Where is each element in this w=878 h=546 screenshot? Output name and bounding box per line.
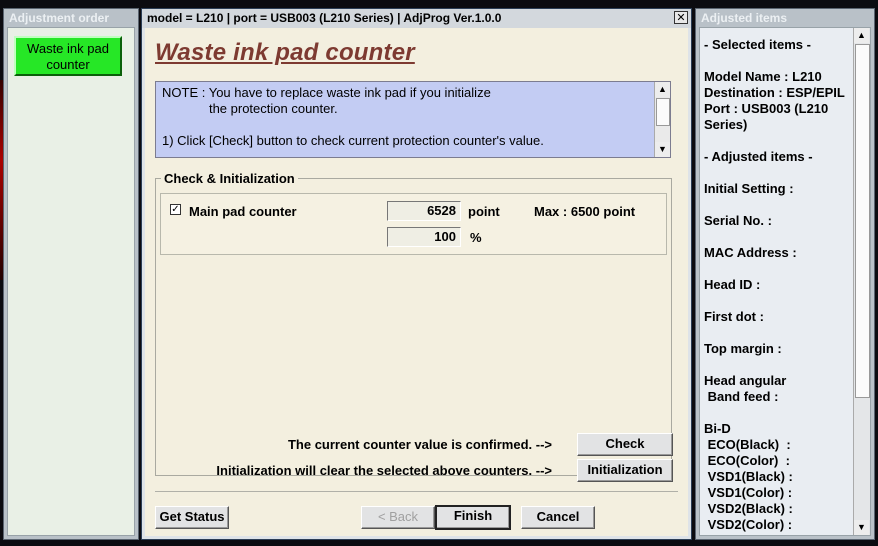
adjusted-item-line: VSD1(Color) : xyxy=(704,485,793,500)
check-initialization-group: Check & Initialization ✓ Main pad counte… xyxy=(155,171,673,482)
window-body: Waste ink pad counter NOTE : You have to… xyxy=(145,28,688,536)
window-title: model = L210 | port = USB003 (L210 Serie… xyxy=(142,9,691,28)
adjusted-item-line: Destination : ESP/EPIL xyxy=(704,85,845,100)
note-box: NOTE : You have to replace waste ink pad… xyxy=(155,81,671,158)
adjusted-item-line: VSD1(Black) : xyxy=(704,469,793,484)
confirm-text: The current counter value is confirmed. … xyxy=(287,437,552,452)
adjusted-items-list: VSD2(Color) : VSD2(Black) : VSD1(Color) … xyxy=(699,27,871,536)
note-line-4: 1) Click [Check] button to check current… xyxy=(162,133,544,148)
adjusted-item-line: Initial Setting : xyxy=(704,181,794,196)
check-button[interactable]: Check xyxy=(577,433,673,456)
adjusted-items-scrollbar[interactable]: ▲ ▼ xyxy=(853,28,870,535)
divider xyxy=(155,491,678,492)
scroll-up-icon[interactable]: ▲ xyxy=(655,82,670,97)
adjusted-item-line: Bi-D xyxy=(704,421,731,436)
waste-ink-pad-window: model = L210 | port = USB003 (L210 Serie… xyxy=(141,8,692,540)
scroll-thumb[interactable] xyxy=(855,44,870,398)
adjusted-item-line: - Selected items - xyxy=(704,37,811,52)
adjusted-item-line: ECO(Color) : xyxy=(704,453,790,468)
initialization-button[interactable]: Initialization xyxy=(577,459,673,482)
adjustment-order-list: Waste ink pad counter xyxy=(7,27,135,536)
finish-button[interactable]: Finish xyxy=(435,505,511,530)
group-label: Check & Initialization xyxy=(161,171,298,186)
adjusted-item-line: Series) xyxy=(704,117,748,132)
get-status-button[interactable]: Get Status xyxy=(155,506,229,529)
adjusted-item-line: Model Name : L210 xyxy=(704,69,822,84)
adjusted-item-line: Head ID : xyxy=(704,277,761,292)
init-text: Initialization will clear the selected a… xyxy=(216,463,552,478)
scroll-up-icon[interactable]: ▲ xyxy=(854,28,869,43)
main-pad-counter-row: ✓ Main pad counter 6528 point Max : 6500… xyxy=(160,193,667,255)
back-button: < Back xyxy=(361,506,435,529)
note-line-3 xyxy=(162,117,652,133)
adjusted-item-line: - Adjusted items - xyxy=(704,149,813,164)
close-icon[interactable]: ✕ xyxy=(674,11,688,24)
adjustment-order-title: Adjustment order xyxy=(4,9,138,27)
item-label-line1: Waste ink pad xyxy=(27,41,109,56)
adjusted-item-line: Top margin : xyxy=(704,341,782,356)
counter-unit: point xyxy=(468,204,500,219)
counter-percent: 100 xyxy=(387,227,461,247)
adjusted-item-line: Head angular xyxy=(704,373,787,388)
adjusted-item-line: Serial No. : xyxy=(704,213,772,228)
main-pad-checkbox[interactable]: ✓ xyxy=(170,204,181,215)
scroll-down-icon[interactable]: ▼ xyxy=(655,142,670,157)
adjusted-item-line: Band feed : xyxy=(704,389,779,404)
adjusted-items-window: Adjusted items VSD2(Color) : VSD2(Black)… xyxy=(695,8,875,540)
cancel-button[interactable]: Cancel xyxy=(521,506,595,529)
note-scrollbar[interactable]: ▲ ▼ xyxy=(654,82,670,157)
adjusted-item-line: MAC Address : xyxy=(704,245,797,260)
counter-value: 6528 xyxy=(387,201,461,221)
waste-ink-pad-counter-item[interactable]: Waste ink pad counter xyxy=(14,36,122,76)
adjusted-item-line: First dot : xyxy=(704,309,764,324)
page-title: Waste ink pad counter xyxy=(155,39,415,66)
note-line-2: the protection counter. xyxy=(162,101,338,116)
adjusted-item-line: VSD2(Color) : xyxy=(704,517,793,532)
percent-unit: % xyxy=(470,230,482,245)
adjusted-item-line: Port : USB003 (L210 xyxy=(704,101,829,116)
adjusted-item-line: VSD2(Black) : xyxy=(704,501,793,516)
scroll-down-icon[interactable]: ▼ xyxy=(854,520,869,535)
scroll-thumb[interactable] xyxy=(656,98,670,126)
note-line-1: NOTE : You have to replace waste ink pad… xyxy=(162,85,491,100)
item-label-line2: counter xyxy=(46,57,90,72)
adjusted-items-title: Adjusted items xyxy=(696,9,874,27)
main-pad-label: Main pad counter xyxy=(189,204,297,219)
counter-max: Max : 6500 point xyxy=(534,204,636,219)
adjustment-order-window: Adjustment order Waste ink pad counter xyxy=(3,8,139,540)
note-text: NOTE : You have to replace waste ink pad… xyxy=(162,85,652,149)
adjusted-item-line: ECO(Black) : xyxy=(704,437,791,452)
